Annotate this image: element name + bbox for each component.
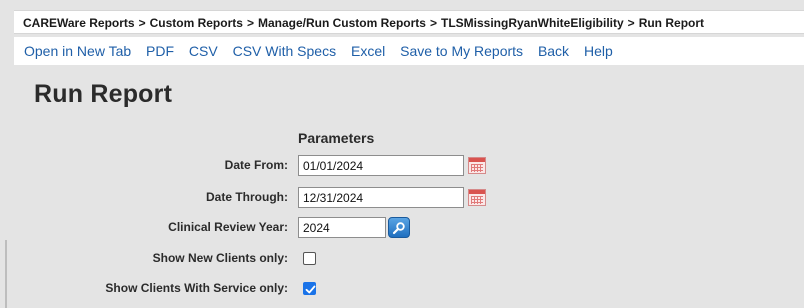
show-new-clients-checkbox[interactable] bbox=[303, 252, 316, 265]
save-to-my-reports-link[interactable]: Save to My Reports bbox=[395, 37, 528, 65]
breadcrumb-item[interactable]: TLSMissingRyanWhiteEligibility bbox=[441, 16, 624, 30]
clinical-review-year-row: Clinical Review Year: bbox=[0, 217, 804, 239]
check-icon bbox=[305, 285, 316, 294]
date-from-input[interactable] bbox=[298, 155, 464, 176]
search-lookup-icon[interactable] bbox=[388, 217, 410, 238]
show-clients-with-service-label: Show Clients With Service only: bbox=[105, 281, 288, 295]
help-link[interactable]: Help bbox=[579, 37, 618, 65]
date-through-label: Date Through: bbox=[206, 190, 288, 204]
left-divider bbox=[5, 240, 7, 308]
show-new-clients-row: Show New Clients only: bbox=[0, 248, 804, 270]
page-title: Run Report bbox=[34, 80, 173, 108]
csv-link[interactable]: CSV bbox=[184, 37, 223, 65]
breadcrumb-current: Run Report bbox=[638, 16, 705, 30]
show-clients-with-service-row: Show Clients With Service only: bbox=[0, 278, 804, 300]
date-through-input[interactable] bbox=[298, 187, 464, 208]
csv-with-specs-link[interactable]: CSV With Specs bbox=[228, 37, 341, 65]
date-from-row: Date From: bbox=[0, 155, 804, 177]
breadcrumb-item[interactable]: CAREWare Reports bbox=[23, 16, 135, 30]
calendar-icon[interactable] bbox=[468, 157, 486, 174]
breadcrumb-item[interactable]: Manage/Run Custom Reports bbox=[258, 16, 426, 30]
breadcrumb-separator: > bbox=[246, 16, 254, 30]
clinical-review-year-label: Clinical Review Year: bbox=[168, 220, 288, 234]
calendar-icon[interactable] bbox=[468, 189, 486, 206]
excel-link[interactable]: Excel bbox=[346, 37, 390, 65]
date-through-row: Date Through: bbox=[0, 187, 804, 209]
show-new-clients-label: Show New Clients only: bbox=[152, 251, 288, 265]
date-from-label: Date From: bbox=[224, 158, 288, 172]
open-in-new-tab-link[interactable]: Open in New Tab bbox=[19, 37, 136, 65]
show-clients-with-service-checkbox[interactable] bbox=[303, 282, 316, 295]
breadcrumb: CAREWare Reports > Custom Reports > Manage/R… bbox=[14, 10, 804, 34]
breadcrumb-separator: > bbox=[138, 16, 146, 30]
clinical-review-year-input[interactable] bbox=[298, 217, 386, 238]
pdf-link[interactable]: PDF bbox=[141, 37, 179, 65]
breadcrumb-separator: > bbox=[429, 16, 437, 30]
back-link[interactable]: Back bbox=[533, 37, 574, 65]
breadcrumb-separator: > bbox=[627, 16, 635, 30]
parameters-heading: Parameters bbox=[298, 130, 375, 146]
action-menu: Open in New Tab PDF CSV CSV With Specs E… bbox=[14, 37, 804, 65]
breadcrumb-item[interactable]: Custom Reports bbox=[150, 16, 243, 30]
